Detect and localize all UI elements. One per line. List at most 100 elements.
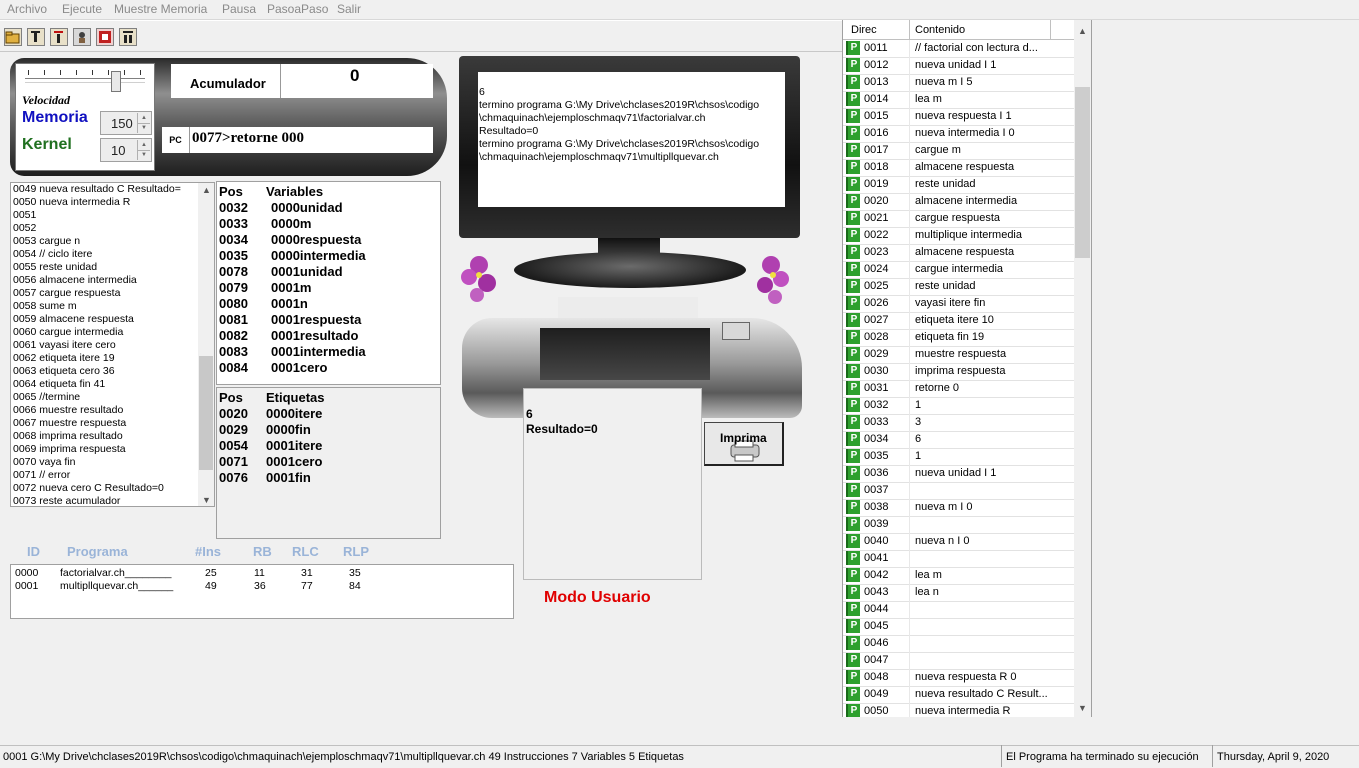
- step-icon[interactable]: [27, 28, 45, 46]
- divider: [909, 346, 910, 363]
- memory-address: 0012: [864, 59, 889, 71]
- memory-row[interactable]: P 0040 nueva n I 0: [843, 533, 1075, 551]
- memory-row[interactable]: P 0044: [843, 601, 1075, 619]
- memory-row[interactable]: P 0011 // factorial con lectura d...: [843, 40, 1075, 58]
- run-icon[interactable]: [73, 28, 91, 46]
- memory-row[interactable]: P 0015 nueva respuesta I 1: [843, 108, 1075, 126]
- memoria-spinner[interactable]: 150 ▲ ▼: [100, 111, 152, 135]
- kernel-spinner[interactable]: 10 ▲ ▼: [100, 138, 152, 162]
- memory-row[interactable]: P 0016 nueva intermedia I 0: [843, 125, 1075, 143]
- memory-row[interactable]: P 0023 almacene respuesta: [843, 244, 1075, 262]
- memory-row[interactable]: P 0032 1: [843, 397, 1075, 415]
- memory-content: 1: [915, 399, 922, 411]
- divider: [909, 516, 910, 533]
- program-marker-icon: P: [846, 653, 860, 667]
- memory-row[interactable]: P 0025 reste unidad: [843, 278, 1075, 296]
- chevron-up-icon[interactable]: ▲: [202, 185, 211, 195]
- memory-row[interactable]: P 0037: [843, 482, 1075, 500]
- memory-row[interactable]: P 0031 retorne 0: [843, 380, 1075, 398]
- listing-line: 0069 imprima respuesta: [13, 443, 126, 455]
- divider: [909, 482, 910, 499]
- variable-value: 0001m: [271, 280, 312, 295]
- menu-ejecute[interactable]: Ejecute: [62, 2, 102, 16]
- memory-row[interactable]: P 0028 etiqueta fin 19: [843, 329, 1075, 347]
- memory-row[interactable]: P 0035 1: [843, 448, 1075, 466]
- chevron-down-icon[interactable]: ▼: [137, 123, 150, 133]
- speed-slider-track[interactable]: [25, 78, 145, 83]
- memory-row[interactable]: P 0022 multiplique intermedia: [843, 227, 1075, 245]
- memory-row[interactable]: P 0024 cargue intermedia: [843, 261, 1075, 279]
- memory-row[interactable]: P 0038 nueva m I 0: [843, 499, 1075, 517]
- memory-row[interactable]: P 0048 nueva respuesta R 0: [843, 669, 1075, 687]
- memory-row[interactable]: P 0041: [843, 550, 1075, 568]
- divider: [909, 91, 910, 108]
- memory-row[interactable]: P 0049 nueva resultado C Result...: [843, 686, 1075, 704]
- chevron-down-icon[interactable]: ▼: [1078, 703, 1087, 713]
- memory-row[interactable]: P 0017 cargue m: [843, 142, 1075, 160]
- memory-content: // factorial con lectura d...: [915, 42, 1038, 54]
- memory-row[interactable]: P 0029 muestre respuesta: [843, 346, 1075, 364]
- memory-row[interactable]: P 0043 lea n: [843, 584, 1075, 602]
- divider: [909, 329, 910, 346]
- divider: [909, 108, 910, 125]
- memory-row[interactable]: P 0019 reste unidad: [843, 176, 1075, 194]
- memory-scrollbar-thumb[interactable]: [1075, 87, 1090, 258]
- open-folder-icon[interactable]: [4, 28, 22, 46]
- program-listing[interactable]: 0049 nueva resultado C Resultado= 0050 nu…: [10, 182, 215, 507]
- memory-row[interactable]: P 0013 nueva m I 5: [843, 74, 1075, 92]
- step-into-icon[interactable]: [50, 28, 68, 46]
- listing-line: 0068 imprima resultado: [13, 430, 123, 442]
- memory-row[interactable]: P 0039: [843, 516, 1075, 534]
- chevron-down-icon[interactable]: ▼: [137, 150, 150, 160]
- memory-row[interactable]: P 0030 imprima respuesta: [843, 363, 1075, 381]
- memory-row[interactable]: P 0042 lea m: [843, 567, 1075, 585]
- memory-row[interactable]: P 0012 nueva unidad I 1: [843, 57, 1075, 75]
- memory-row[interactable]: P 0036 nueva unidad I 1: [843, 465, 1075, 483]
- etiqueta-pos: 0054: [219, 438, 248, 453]
- etiquetas-panel: [216, 387, 441, 539]
- screen-line: \chmaquinach\ejemploschmaqv71\multipllqu…: [479, 151, 719, 163]
- memory-row[interactable]: P 0018 almacene respuesta: [843, 159, 1075, 177]
- memory-grid[interactable]: Direc Contenido P 0011 // factorial con le…: [842, 20, 1092, 717]
- memory-content: nueva m I 0: [915, 501, 973, 513]
- menu-muestre-memoria[interactable]: Muestre Memoria: [114, 2, 207, 16]
- pause-icon[interactable]: [119, 28, 137, 46]
- memory-row[interactable]: P 0045: [843, 618, 1075, 636]
- menu-pasoapaso[interactable]: PasoaPaso: [267, 2, 328, 16]
- screen-line: termino programa G:\My Drive\chclases201…: [479, 99, 760, 111]
- memory-grid-header: Direc Contenido: [843, 20, 1075, 40]
- memory-row[interactable]: P 0014 lea m: [843, 91, 1075, 109]
- memory-row[interactable]: P 0026 vayasi itere fin: [843, 295, 1075, 313]
- memory-row[interactable]: P 0021 cargue respuesta: [843, 210, 1075, 228]
- chevron-up-icon[interactable]: ▲: [1078, 26, 1087, 36]
- printed-line: Resultado=0: [526, 422, 598, 436]
- memory-row[interactable]: P 0047: [843, 652, 1075, 670]
- chevron-down-icon[interactable]: ▼: [202, 495, 211, 505]
- kernel-label: Kernel: [22, 136, 72, 153]
- memory-row[interactable]: P 0033 3: [843, 414, 1075, 432]
- acumulador-value: 0: [350, 66, 360, 85]
- listing-scrollbar-thumb[interactable]: [199, 356, 213, 470]
- memoria-value: 150: [111, 116, 133, 131]
- col-rlp: RLP: [343, 544, 369, 559]
- memory-address: 0033: [864, 416, 889, 428]
- variable-value: 0000unidad: [271, 200, 343, 215]
- menu-salir[interactable]: Salir: [337, 2, 361, 16]
- memory-address: 0015: [864, 110, 889, 122]
- process-cell: 0001: [15, 580, 39, 592]
- memory-row[interactable]: P 0034 6: [843, 431, 1075, 449]
- memory-icon[interactable]: [96, 28, 114, 46]
- speed-slider-thumb[interactable]: [111, 71, 122, 92]
- monitor-base: [514, 252, 746, 288]
- memory-row[interactable]: P 0020 almacene intermedia: [843, 193, 1075, 211]
- memory-address: 0041: [864, 552, 889, 564]
- memory-row[interactable]: P 0046: [843, 635, 1075, 653]
- divider: [909, 125, 910, 142]
- divider: [909, 584, 910, 601]
- menu-pausa[interactable]: Pausa: [222, 2, 256, 16]
- memory-row[interactable]: P 0027 etiqueta itere 10: [843, 312, 1075, 330]
- menu-archivo[interactable]: Archivo: [7, 2, 47, 16]
- variable-value: 0001cero: [271, 360, 328, 375]
- process-cell: 25: [205, 567, 217, 579]
- memory-row[interactable]: P 0050 nueva intermedia R: [843, 703, 1075, 717]
